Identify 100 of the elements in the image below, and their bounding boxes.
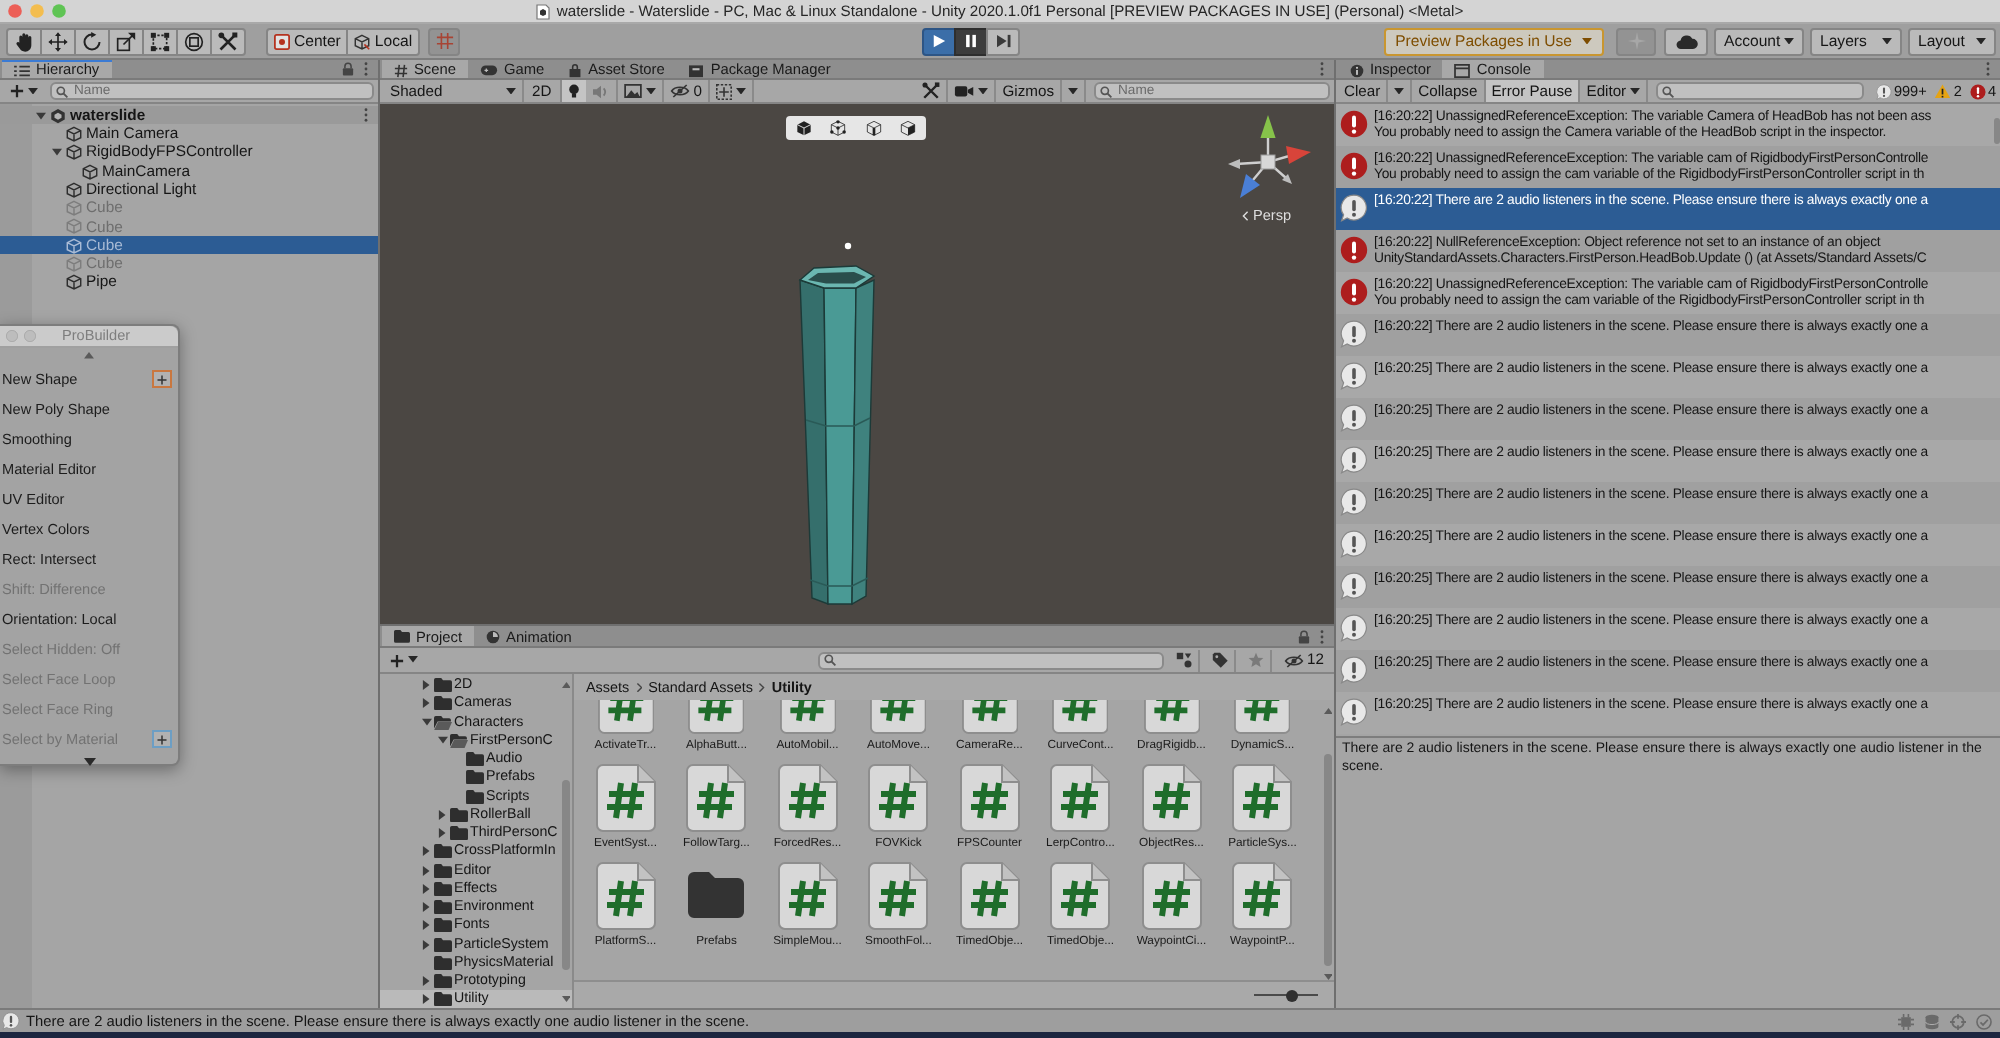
script-file-icon[interactable] xyxy=(688,700,745,734)
cube-face-icon[interactable] xyxy=(900,120,917,136)
options-button[interactable] xyxy=(152,730,172,748)
disclosure-triangle-icon[interactable] xyxy=(437,828,447,839)
disclosure-triangle-icon[interactable] xyxy=(421,718,431,727)
disclosure-triangle-icon[interactable] xyxy=(421,865,431,876)
custom-tool-button[interactable] xyxy=(210,27,246,55)
script-file-icon[interactable] xyxy=(1143,700,1200,734)
info-bubble-icon xyxy=(1340,572,1368,600)
script-file-icon[interactable] xyxy=(1232,763,1293,832)
caret-icon xyxy=(735,87,746,95)
script-file-icon[interactable] xyxy=(1232,861,1293,930)
info-bubble-icon xyxy=(2,1012,20,1030)
caret-icon xyxy=(1784,37,1795,45)
eye-slash-icon xyxy=(669,84,690,98)
grid-icon xyxy=(715,83,732,99)
caret-icon xyxy=(978,87,989,95)
script-file-icon[interactable] xyxy=(777,861,838,930)
step-button[interactable] xyxy=(986,27,1020,55)
clear-options-button[interactable] xyxy=(1388,80,1413,102)
disclosure-triangle-icon[interactable] xyxy=(421,976,431,987)
info-bubble-icon xyxy=(1340,362,1368,390)
plus-icon xyxy=(390,653,404,667)
move-tool-button[interactable] xyxy=(40,27,76,55)
check-circle-icon[interactable] xyxy=(1976,1013,1992,1029)
search-field[interactable] xyxy=(817,651,1164,669)
rotate-tool-button[interactable] xyxy=(74,27,110,55)
script-file-icon[interactable] xyxy=(686,763,747,832)
script-file-icon[interactable] xyxy=(595,763,656,832)
crossed-tools-icon xyxy=(922,82,941,100)
script-file-icon[interactable] xyxy=(779,700,836,734)
scrollbar-thumb[interactable] xyxy=(1324,754,1332,966)
disclosure-triangle-icon[interactable] xyxy=(437,809,447,820)
info-bubble-icon xyxy=(1340,404,1368,432)
scale-tool-button[interactable] xyxy=(108,27,144,55)
caret-icon xyxy=(1976,37,1986,45)
script-file-icon[interactable] xyxy=(959,861,1020,930)
folder-icon xyxy=(466,789,484,804)
cube-icon[interactable] xyxy=(795,120,812,136)
lock-icon[interactable] xyxy=(1298,629,1310,643)
open-folder-icon xyxy=(450,733,468,748)
script-file-icon[interactable] xyxy=(868,763,929,832)
slider-thumb[interactable] xyxy=(1286,989,1299,1001)
script-file-icon[interactable] xyxy=(595,861,656,930)
disclosure-triangle-icon[interactable] xyxy=(421,994,431,1005)
scroll-down-arrow-icon[interactable] xyxy=(561,996,570,1002)
info-bubble-icon xyxy=(1340,194,1368,222)
script-file-icon[interactable] xyxy=(1052,700,1109,734)
script-file-icon[interactable] xyxy=(959,763,1020,832)
disclosure-triangle-icon[interactable] xyxy=(421,846,431,857)
disclosure-triangle-icon[interactable] xyxy=(421,920,431,931)
folder-icon[interactable] xyxy=(688,872,745,919)
folder-icon xyxy=(450,807,468,822)
script-file-icon[interactable] xyxy=(870,700,927,734)
transform-tool-button[interactable] xyxy=(176,27,212,55)
script-file-icon[interactable] xyxy=(1050,763,1111,832)
script-file-icon[interactable] xyxy=(1141,861,1202,930)
disclosure-triangle-icon[interactable] xyxy=(421,698,431,709)
pause-button[interactable] xyxy=(954,27,988,55)
play-icon xyxy=(932,34,946,48)
folder-icon xyxy=(434,992,452,1007)
play-button[interactable] xyxy=(922,27,956,55)
options-button[interactable] xyxy=(152,370,172,388)
script-file-icon[interactable] xyxy=(597,700,654,734)
scroll-up-arrow-icon[interactable] xyxy=(84,352,94,360)
scroll-down-arrow-icon[interactable] xyxy=(1323,974,1332,980)
search-field[interactable] xyxy=(1656,82,1864,100)
script-file-icon[interactable] xyxy=(777,763,838,832)
script-file-icon[interactable] xyxy=(1141,763,1202,832)
snap-button[interactable] xyxy=(428,27,461,55)
scroll-up-arrow-icon[interactable] xyxy=(1323,708,1332,714)
folder-icon xyxy=(434,900,452,915)
disclosure-triangle-icon[interactable] xyxy=(437,736,447,745)
lock-icon[interactable] xyxy=(342,62,354,76)
disclosure-triangle-icon[interactable] xyxy=(421,939,431,950)
disclosure-triangle-icon[interactable] xyxy=(421,902,431,913)
info-bubble-icon xyxy=(1340,530,1368,558)
folder-icon xyxy=(394,630,410,644)
disclosure-triangle-icon[interactable] xyxy=(421,680,431,691)
disclosure-triangle-icon[interactable] xyxy=(51,148,61,157)
disclosure-triangle-icon[interactable] xyxy=(421,883,431,894)
rect-tool-button[interactable] xyxy=(142,27,178,55)
cube-edge-icon[interactable] xyxy=(865,120,882,136)
cube-vertices-icon[interactable] xyxy=(830,120,847,136)
hand-tool-button[interactable] xyxy=(6,27,42,55)
script-file-icon[interactable] xyxy=(868,861,929,930)
open-folder-icon xyxy=(434,715,452,730)
info-bubble-icon xyxy=(1340,614,1368,642)
scroll-up-arrow-icon[interactable] xyxy=(561,682,570,688)
pipe-drawing[interactable] xyxy=(798,265,876,606)
gizmos-menu-button[interactable] xyxy=(1062,80,1086,102)
lighting-toggle[interactable] xyxy=(561,80,586,102)
scroll-down-arrow-icon[interactable] xyxy=(83,758,95,766)
disclosure-triangle-icon[interactable] xyxy=(35,111,45,120)
chevron-right-icon xyxy=(635,681,643,693)
script-file-icon[interactable] xyxy=(1050,861,1111,930)
script-file-icon[interactable] xyxy=(1234,700,1291,734)
cloud-button[interactable] xyxy=(1664,27,1708,55)
scrollbar-thumb[interactable] xyxy=(1994,118,2000,144)
script-file-icon[interactable] xyxy=(961,700,1018,734)
